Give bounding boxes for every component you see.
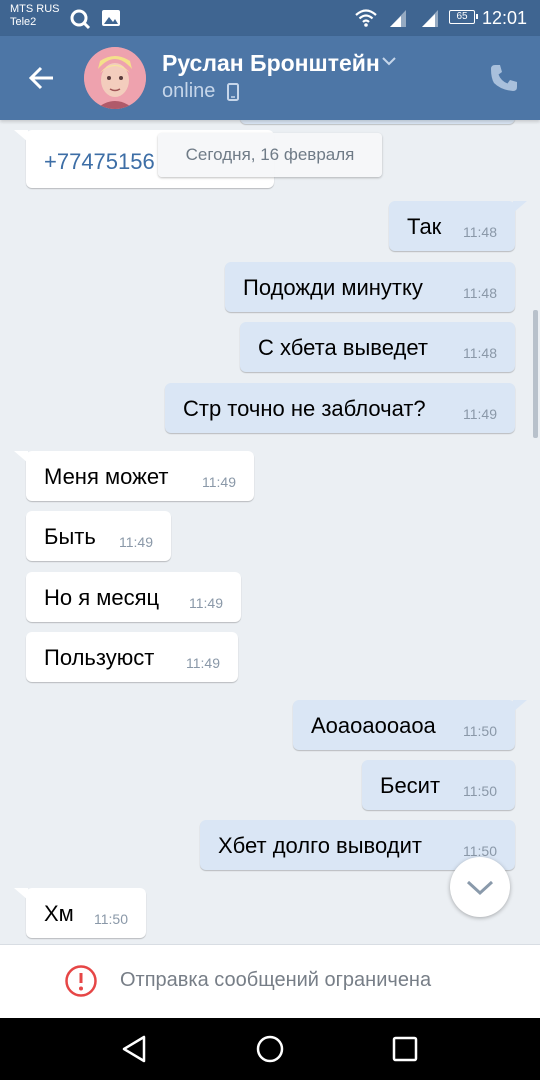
mobile-phone-icon — [227, 83, 239, 101]
messaging-restricted-bar: Отправка сообщений ограничена — [0, 944, 540, 1018]
message-bubble-out[interactable]: Бесит 11:50 — [362, 760, 515, 810]
message-bubble-in[interactable]: Хм 11:50 — [14, 888, 146, 938]
search-app-icon — [70, 9, 91, 30]
message-text: Но я месяц — [44, 585, 160, 610]
carrier-names: MTS RUS Tele2 — [10, 3, 60, 29]
signal-2-icon — [422, 10, 438, 27]
message-time: 11:48 — [463, 285, 497, 301]
chevron-down-icon — [466, 880, 494, 896]
message-bubble-out[interactable]: Так 11:48 — [389, 201, 527, 251]
carrier-1: MTS RUS — [10, 3, 60, 15]
message-text: Быть — [44, 524, 96, 549]
avatar[interactable] — [84, 47, 146, 109]
message-text: Стр точно не заблочат? — [183, 396, 426, 421]
message-text: Пользуюст — [44, 645, 155, 670]
message-text: Хбет долго выводит — [218, 833, 422, 858]
message-bubble-partial — [240, 120, 515, 124]
message-time: 11:49 — [189, 595, 223, 611]
message-bubble-in[interactable]: Пользуюст 11:49 — [26, 632, 238, 682]
message-time: 11:50 — [463, 723, 497, 739]
message-text: Бесит — [380, 773, 441, 798]
restriction-text: Отправка сообщений ограничена — [120, 969, 432, 991]
arrow-left-icon[interactable] — [22, 58, 62, 98]
message-time: 11:48 — [463, 224, 497, 240]
recents-square-icon[interactable] — [389, 1033, 421, 1065]
contact-name[interactable]: Руслан Бронштейн — [162, 50, 380, 77]
message-text: С хбета выведет — [258, 335, 428, 360]
message-time: 11:49 — [186, 655, 220, 671]
chevron-down-icon[interactable] — [381, 55, 397, 67]
phone-icon[interactable] — [488, 62, 520, 94]
chat-header: Руслан Бронштейн online — [0, 36, 540, 120]
back-triangle-icon[interactable] — [119, 1033, 151, 1065]
message-text: Хм — [44, 901, 74, 926]
message-text: Так — [407, 214, 442, 239]
message-time: 11:50 — [94, 911, 128, 927]
scroll-down-button[interactable] — [450, 857, 510, 917]
scrollbar[interactable] — [533, 310, 538, 438]
message-bubble-in[interactable]: Быть 11:49 — [26, 511, 171, 561]
navigation-bar — [0, 1018, 540, 1080]
message-time: 11:48 — [463, 345, 497, 361]
message-text: Подожди минутку — [243, 275, 423, 300]
message-time: 11:49 — [202, 474, 236, 490]
message-time: 11:50 — [463, 783, 497, 799]
status-bar: MTS RUS Tele2 65 12:01 — [0, 0, 540, 36]
contact-status: online — [162, 80, 216, 102]
date-separator: Сегодня, 16 февраля — [158, 133, 382, 177]
message-list[interactable]: +77475156 Сегодня, 16 февраля Так 11:48 … — [0, 120, 540, 944]
battery-icon: 65 — [449, 10, 478, 24]
message-text: Аоаоаоoаоа — [311, 713, 436, 738]
message-text[interactable]: +77475156 — [44, 149, 155, 175]
clock: 12:01 — [481, 8, 527, 28]
wifi-icon — [355, 9, 377, 27]
carrier-2: Tele2 — [10, 16, 37, 28]
message-text: Меня может — [44, 464, 169, 489]
avatar-illustration — [84, 47, 146, 109]
signal-1-icon — [390, 10, 406, 27]
message-time: 11:49 — [119, 534, 153, 550]
exclamation-circle-icon — [65, 965, 97, 997]
message-bubble-in[interactable]: Меня может 11:49 — [14, 451, 254, 501]
home-circle-icon[interactable] — [254, 1033, 286, 1065]
message-bubble-out[interactable]: Аоаоаоoаоа 11:50 — [293, 700, 527, 750]
gallery-icon — [102, 10, 120, 26]
message-bubble-out[interactable]: Стр точно не заблочат? 11:49 — [165, 383, 515, 433]
message-bubble-out[interactable]: С хбета выведет 11:48 — [240, 322, 515, 372]
message-time: 11:49 — [463, 406, 497, 422]
message-bubble-out[interactable]: Подожди минутку 11:48 — [225, 262, 515, 312]
message-bubble-in[interactable]: Но я месяц 11:49 — [26, 572, 241, 622]
